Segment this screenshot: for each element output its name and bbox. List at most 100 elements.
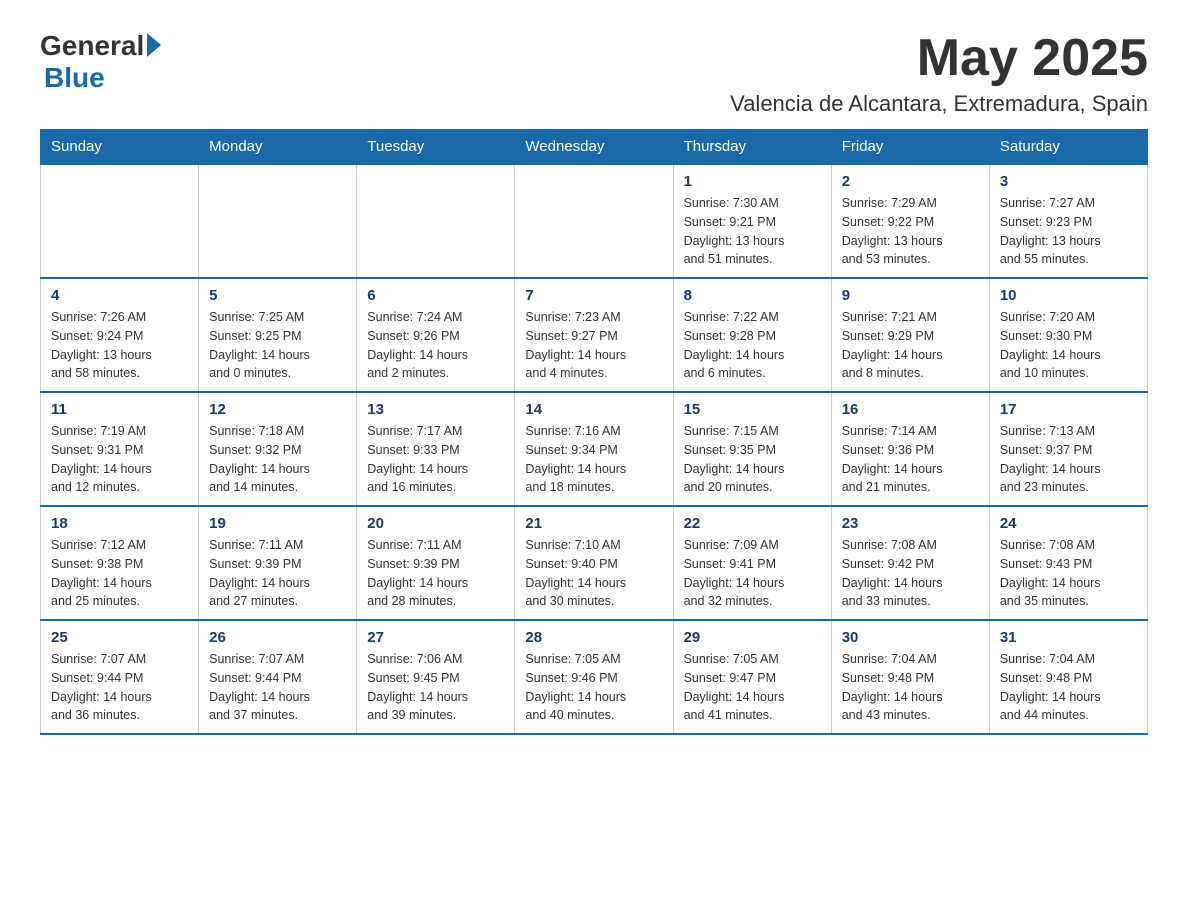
calendar-cell-3-3: 13 Sunrise: 7:17 AM Sunset: 9:33 PM Dayli… <box>357 392 515 506</box>
day-info: Sunrise: 7:19 AM Sunset: 9:31 PM Dayligh… <box>51 424 152 494</box>
month-title: May 2025 <box>730 30 1148 87</box>
calendar-cell-1-5: 1 Sunrise: 7:30 AM Sunset: 9:21 PM Daylig… <box>673 164 831 278</box>
title-section: May 2025 Valencia de Alcantara, Extremad… <box>730 30 1148 117</box>
day-number: 18 <box>51 515 188 532</box>
weekday-header-wednesday: Wednesday <box>515 130 673 165</box>
day-number: 5 <box>209 287 346 304</box>
day-info: Sunrise: 7:30 AM Sunset: 9:21 PM Dayligh… <box>684 196 785 266</box>
calendar-cell-2-5: 8Sunrise: 7:22 AM Sunset: 9:28 PM Daylig… <box>673 278 831 392</box>
logo: General Blue <box>40 30 161 94</box>
calendar-cell-4-3: 20 Sunrise: 7:11 AM Sunset: 9:39 PM Dayli… <box>357 506 515 620</box>
day-info: Sunrise: 7:12 AM Sunset: 9:38 PM Dayligh… <box>51 538 152 608</box>
calendar-cell-2-4: 7 Sunrise: 7:23 AM Sunset: 9:27 PM Daylig… <box>515 278 673 392</box>
day-info: Sunrise: 7:08 AM Sunset: 9:43 PM Dayligh… <box>1000 538 1101 608</box>
day-info: Sunrise: 7:11 AM Sunset: 9:39 PM Dayligh… <box>209 538 310 608</box>
day-number: 3 <box>1000 173 1137 190</box>
day-number: 4 <box>51 287 188 304</box>
day-number: 12 <box>209 401 346 418</box>
day-info: Sunrise: 7:27 AM Sunset: 9:23 PM Dayligh… <box>1000 196 1101 266</box>
week-row-3: 11Sunrise: 7:19 AM Sunset: 9:31 PM Dayli… <box>41 392 1148 506</box>
week-row-2: 4 Sunrise: 7:26 AM Sunset: 9:24 PM Daylig… <box>41 278 1148 392</box>
calendar-cell-1-6: 2 Sunrise: 7:29 AM Sunset: 9:22 PM Daylig… <box>831 164 989 278</box>
calendar-header-row: SundayMondayTuesdayWednesdayThursdayFrid… <box>41 130 1148 165</box>
calendar-cell-3-6: 16 Sunrise: 7:14 AM Sunset: 9:36 PM Dayli… <box>831 392 989 506</box>
logo-general-text: General <box>40 30 144 62</box>
day-info: Sunrise: 7:07 AM Sunset: 9:44 PM Dayligh… <box>51 652 152 722</box>
calendar-cell-4-7: 24Sunrise: 7:08 AM Sunset: 9:43 PM Dayli… <box>989 506 1147 620</box>
location-title: Valencia de Alcantara, Extremadura, Spai… <box>730 91 1148 117</box>
calendar-cell-1-7: 3 Sunrise: 7:27 AM Sunset: 9:23 PM Daylig… <box>989 164 1147 278</box>
day-number: 17 <box>1000 401 1137 418</box>
calendar-cell-5-7: 31Sunrise: 7:04 AM Sunset: 9:48 PM Dayli… <box>989 620 1147 734</box>
day-info: Sunrise: 7:18 AM Sunset: 9:32 PM Dayligh… <box>209 424 310 494</box>
day-info: Sunrise: 7:11 AM Sunset: 9:39 PM Dayligh… <box>367 538 468 608</box>
day-info: Sunrise: 7:07 AM Sunset: 9:44 PM Dayligh… <box>209 652 310 722</box>
day-info: Sunrise: 7:24 AM Sunset: 9:26 PM Dayligh… <box>367 310 468 380</box>
day-number: 10 <box>1000 287 1137 304</box>
calendar-cell-3-2: 12 Sunrise: 7:18 AM Sunset: 9:32 PM Dayli… <box>199 392 357 506</box>
calendar-cell-2-3: 6 Sunrise: 7:24 AM Sunset: 9:26 PM Daylig… <box>357 278 515 392</box>
week-row-4: 18 Sunrise: 7:12 AM Sunset: 9:38 PM Dayli… <box>41 506 1148 620</box>
day-info: Sunrise: 7:04 AM Sunset: 9:48 PM Dayligh… <box>842 652 943 722</box>
day-number: 26 <box>209 629 346 646</box>
day-number: 31 <box>1000 629 1137 646</box>
day-info: Sunrise: 7:22 AM Sunset: 9:28 PM Dayligh… <box>684 310 785 380</box>
day-number: 2 <box>842 173 979 190</box>
day-info: Sunrise: 7:13 AM Sunset: 9:37 PM Dayligh… <box>1000 424 1101 494</box>
day-number: 16 <box>842 401 979 418</box>
calendar-cell-4-6: 23 Sunrise: 7:08 AM Sunset: 9:42 PM Dayli… <box>831 506 989 620</box>
day-number: 27 <box>367 629 504 646</box>
calendar-cell-3-7: 17 Sunrise: 7:13 AM Sunset: 9:37 PM Dayli… <box>989 392 1147 506</box>
day-number: 9 <box>842 287 979 304</box>
day-info: Sunrise: 7:23 AM Sunset: 9:27 PM Dayligh… <box>525 310 626 380</box>
calendar-cell-5-5: 29 Sunrise: 7:05 AM Sunset: 9:47 PM Dayli… <box>673 620 831 734</box>
day-number: 22 <box>684 515 821 532</box>
weekday-header-saturday: Saturday <box>989 130 1147 165</box>
weekday-header-sunday: Sunday <box>41 130 199 165</box>
weekday-header-tuesday: Tuesday <box>357 130 515 165</box>
day-info: Sunrise: 7:15 AM Sunset: 9:35 PM Dayligh… <box>684 424 785 494</box>
day-number: 30 <box>842 629 979 646</box>
calendar-cell-5-3: 27 Sunrise: 7:06 AM Sunset: 9:45 PM Dayli… <box>357 620 515 734</box>
calendar-cell-4-5: 22 Sunrise: 7:09 AM Sunset: 9:41 PM Dayli… <box>673 506 831 620</box>
calendar-cell-3-5: 15Sunrise: 7:15 AM Sunset: 9:35 PM Dayli… <box>673 392 831 506</box>
calendar-table: SundayMondayTuesdayWednesdayThursdayFrid… <box>40 129 1148 735</box>
day-number: 28 <box>525 629 662 646</box>
logo-blue-text: Blue <box>44 62 105 93</box>
day-info: Sunrise: 7:10 AM Sunset: 9:40 PM Dayligh… <box>525 538 626 608</box>
calendar-cell-1-4 <box>515 164 673 278</box>
day-info: Sunrise: 7:09 AM Sunset: 9:41 PM Dayligh… <box>684 538 785 608</box>
calendar-cell-4-1: 18 Sunrise: 7:12 AM Sunset: 9:38 PM Dayli… <box>41 506 199 620</box>
calendar-cell-1-3 <box>357 164 515 278</box>
day-number: 29 <box>684 629 821 646</box>
day-info: Sunrise: 7:29 AM Sunset: 9:22 PM Dayligh… <box>842 196 943 266</box>
day-info: Sunrise: 7:17 AM Sunset: 9:33 PM Dayligh… <box>367 424 468 494</box>
calendar-cell-2-2: 5Sunrise: 7:25 AM Sunset: 9:25 PM Daylig… <box>199 278 357 392</box>
day-number: 23 <box>842 515 979 532</box>
weekday-header-monday: Monday <box>199 130 357 165</box>
calendar-cell-4-4: 21 Sunrise: 7:10 AM Sunset: 9:40 PM Dayli… <box>515 506 673 620</box>
day-info: Sunrise: 7:06 AM Sunset: 9:45 PM Dayligh… <box>367 652 468 722</box>
calendar-cell-2-6: 9 Sunrise: 7:21 AM Sunset: 9:29 PM Daylig… <box>831 278 989 392</box>
calendar-cell-5-4: 28 Sunrise: 7:05 AM Sunset: 9:46 PM Dayli… <box>515 620 673 734</box>
day-info: Sunrise: 7:05 AM Sunset: 9:47 PM Dayligh… <box>684 652 785 722</box>
weekday-header-thursday: Thursday <box>673 130 831 165</box>
logo-arrow-icon <box>147 33 161 57</box>
day-number: 21 <box>525 515 662 532</box>
day-number: 13 <box>367 401 504 418</box>
day-number: 1 <box>684 173 821 190</box>
day-number: 7 <box>525 287 662 304</box>
day-info: Sunrise: 7:08 AM Sunset: 9:42 PM Dayligh… <box>842 538 943 608</box>
day-info: Sunrise: 7:21 AM Sunset: 9:29 PM Dayligh… <box>842 310 943 380</box>
calendar-cell-3-4: 14Sunrise: 7:16 AM Sunset: 9:34 PM Dayli… <box>515 392 673 506</box>
day-info: Sunrise: 7:14 AM Sunset: 9:36 PM Dayligh… <box>842 424 943 494</box>
day-info: Sunrise: 7:05 AM Sunset: 9:46 PM Dayligh… <box>525 652 626 722</box>
day-number: 14 <box>525 401 662 418</box>
calendar-cell-2-1: 4 Sunrise: 7:26 AM Sunset: 9:24 PM Daylig… <box>41 278 199 392</box>
day-info: Sunrise: 7:20 AM Sunset: 9:30 PM Dayligh… <box>1000 310 1101 380</box>
day-number: 20 <box>367 515 504 532</box>
calendar-cell-3-1: 11Sunrise: 7:19 AM Sunset: 9:31 PM Dayli… <box>41 392 199 506</box>
day-number: 6 <box>367 287 504 304</box>
calendar-cell-2-7: 10 Sunrise: 7:20 AM Sunset: 9:30 PM Dayli… <box>989 278 1147 392</box>
day-info: Sunrise: 7:26 AM Sunset: 9:24 PM Dayligh… <box>51 310 152 380</box>
